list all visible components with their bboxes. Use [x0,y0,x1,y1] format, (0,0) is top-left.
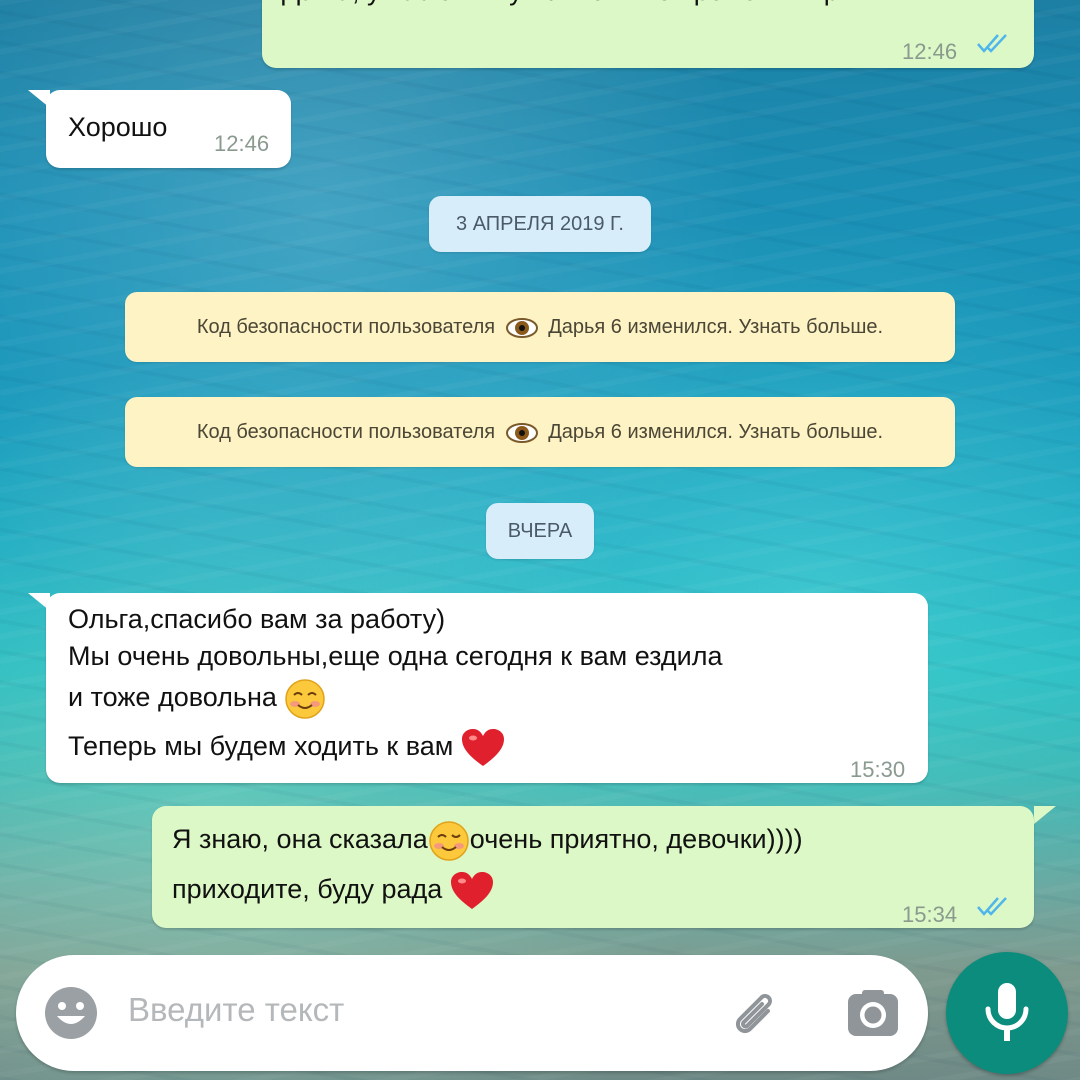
smile-emoji-icon [429,821,469,861]
read-ticks-icon [977,897,1007,916]
camera-icon[interactable] [846,988,900,1038]
notice-name: Дарья 6 изменился. [548,421,733,443]
emoji-icon[interactable] [42,984,100,1042]
message-line: Ольга,спасибо вам за работу) [68,604,446,634]
mic-icon [985,983,1029,1041]
heart-icon [450,871,493,909]
message-line-with-emoji: и тоже довольна [68,676,326,720]
message-line-with-emoji: Теперь мы будем ходить к вам [68,725,505,768]
message-time: 15:34 [902,902,958,927]
learn-more-link[interactable]: Узнать больше. [739,421,884,443]
eye-icon [505,317,538,338]
message-text: Даша, у вас 5 минут. У меня по времени в… [282,0,898,12]
message-incoming[interactable]: Ольга,спасибо вам за работу) Мы очень до… [46,593,928,783]
message-input[interactable]: Введите текст [128,991,344,1029]
message-time: 12:46 [902,39,958,64]
attach-icon[interactable] [724,983,784,1043]
date-separator: 3 АПРЕЛЯ 2019 Г. [429,196,651,252]
learn-more-link[interactable]: Узнать больше. [739,316,884,338]
message-line-with-emoji: Я знаю, она сказала очень приятно, девоч… [172,818,803,862]
message-text: Хорошо [68,112,168,142]
smile-emoji-icon [285,679,326,719]
notice-prefix: Код безопасности пользователя [196,316,496,338]
message-text: очень приятно, девочки)))) [469,824,803,854]
message-input-bar[interactable]: Введите текст [16,955,928,1071]
message-text: Теперь мы будем ходить к вам [68,731,454,761]
message-incoming[interactable]: Хорошо 12:46 [46,90,291,168]
message-time: 12:46 [214,131,270,156]
security-code-notice[interactable]: Код безопасности пользователя Дарья 6 из… [125,397,955,467]
notice-name: Дарья 6 изменился. [548,316,733,338]
voice-record-button[interactable] [946,952,1068,1074]
message-outgoing-partial[interactable]: Даша, у вас 5 минут. У меня по времени в… [262,0,1034,68]
eye-icon [505,422,538,443]
notice-prefix: Код безопасности пользователя [196,421,496,443]
read-ticks-icon [977,34,1007,53]
message-text: приходите, буду рада [172,874,443,904]
bubble-tail [1034,806,1056,824]
message-text: и тоже довольна [68,682,277,712]
message-line: Мы очень довольны,еще одна сегодня к вам… [68,641,723,671]
message-outgoing[interactable]: Я знаю, она сказала очень приятно, девоч… [152,806,1034,928]
message-line-with-emoji: приходите, буду рада [172,868,494,911]
message-time: 15:30 [850,757,906,782]
security-code-notice[interactable]: Код безопасности пользователя Дарья 6 из… [125,292,955,362]
date-separator: ВЧЕРА [486,503,594,559]
heart-icon [461,728,504,766]
message-text: Я знаю, она сказала [172,824,428,854]
